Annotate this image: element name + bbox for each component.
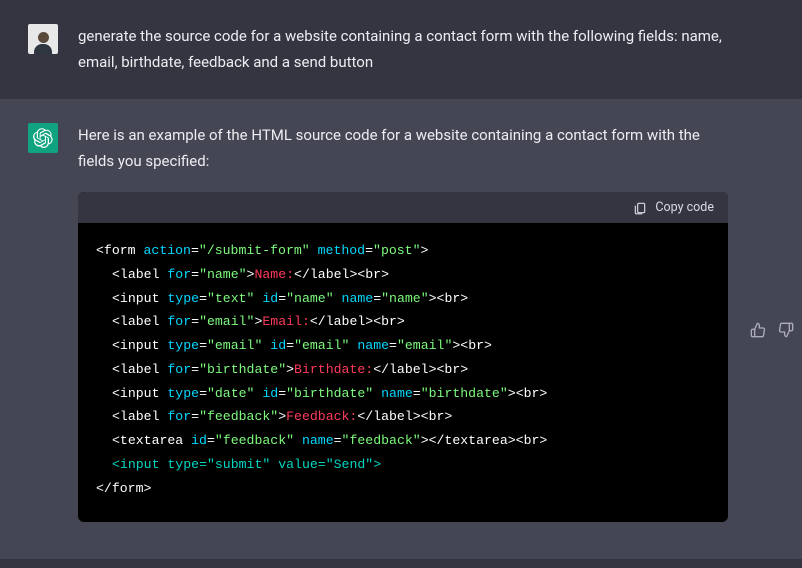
assistant-message-text: Here is an example of the HTML source co… (78, 123, 728, 174)
openai-icon (33, 128, 53, 148)
clipboard-icon (633, 201, 647, 215)
thumbs-down-icon (778, 322, 794, 338)
code-content: <form action="/submit-form" method="post… (78, 223, 728, 522)
user-message-text: generate the source code for a website c… (78, 24, 764, 75)
thumbs-down-button[interactable] (776, 125, 796, 535)
user-message: generate the source code for a website c… (0, 0, 802, 99)
user-avatar (28, 24, 58, 54)
thumbs-up-icon (750, 322, 766, 338)
copy-code-label: Copy code (655, 200, 714, 215)
message-actions (748, 125, 802, 535)
assistant-message: Here is an example of the HTML source co… (0, 99, 802, 559)
code-header: Copy code (78, 192, 728, 223)
thumbs-up-button[interactable] (748, 125, 768, 535)
assistant-avatar (28, 123, 58, 153)
code-block: Copy code <form action="/submit-form" me… (78, 192, 728, 522)
copy-code-button[interactable]: Copy code (633, 200, 714, 215)
